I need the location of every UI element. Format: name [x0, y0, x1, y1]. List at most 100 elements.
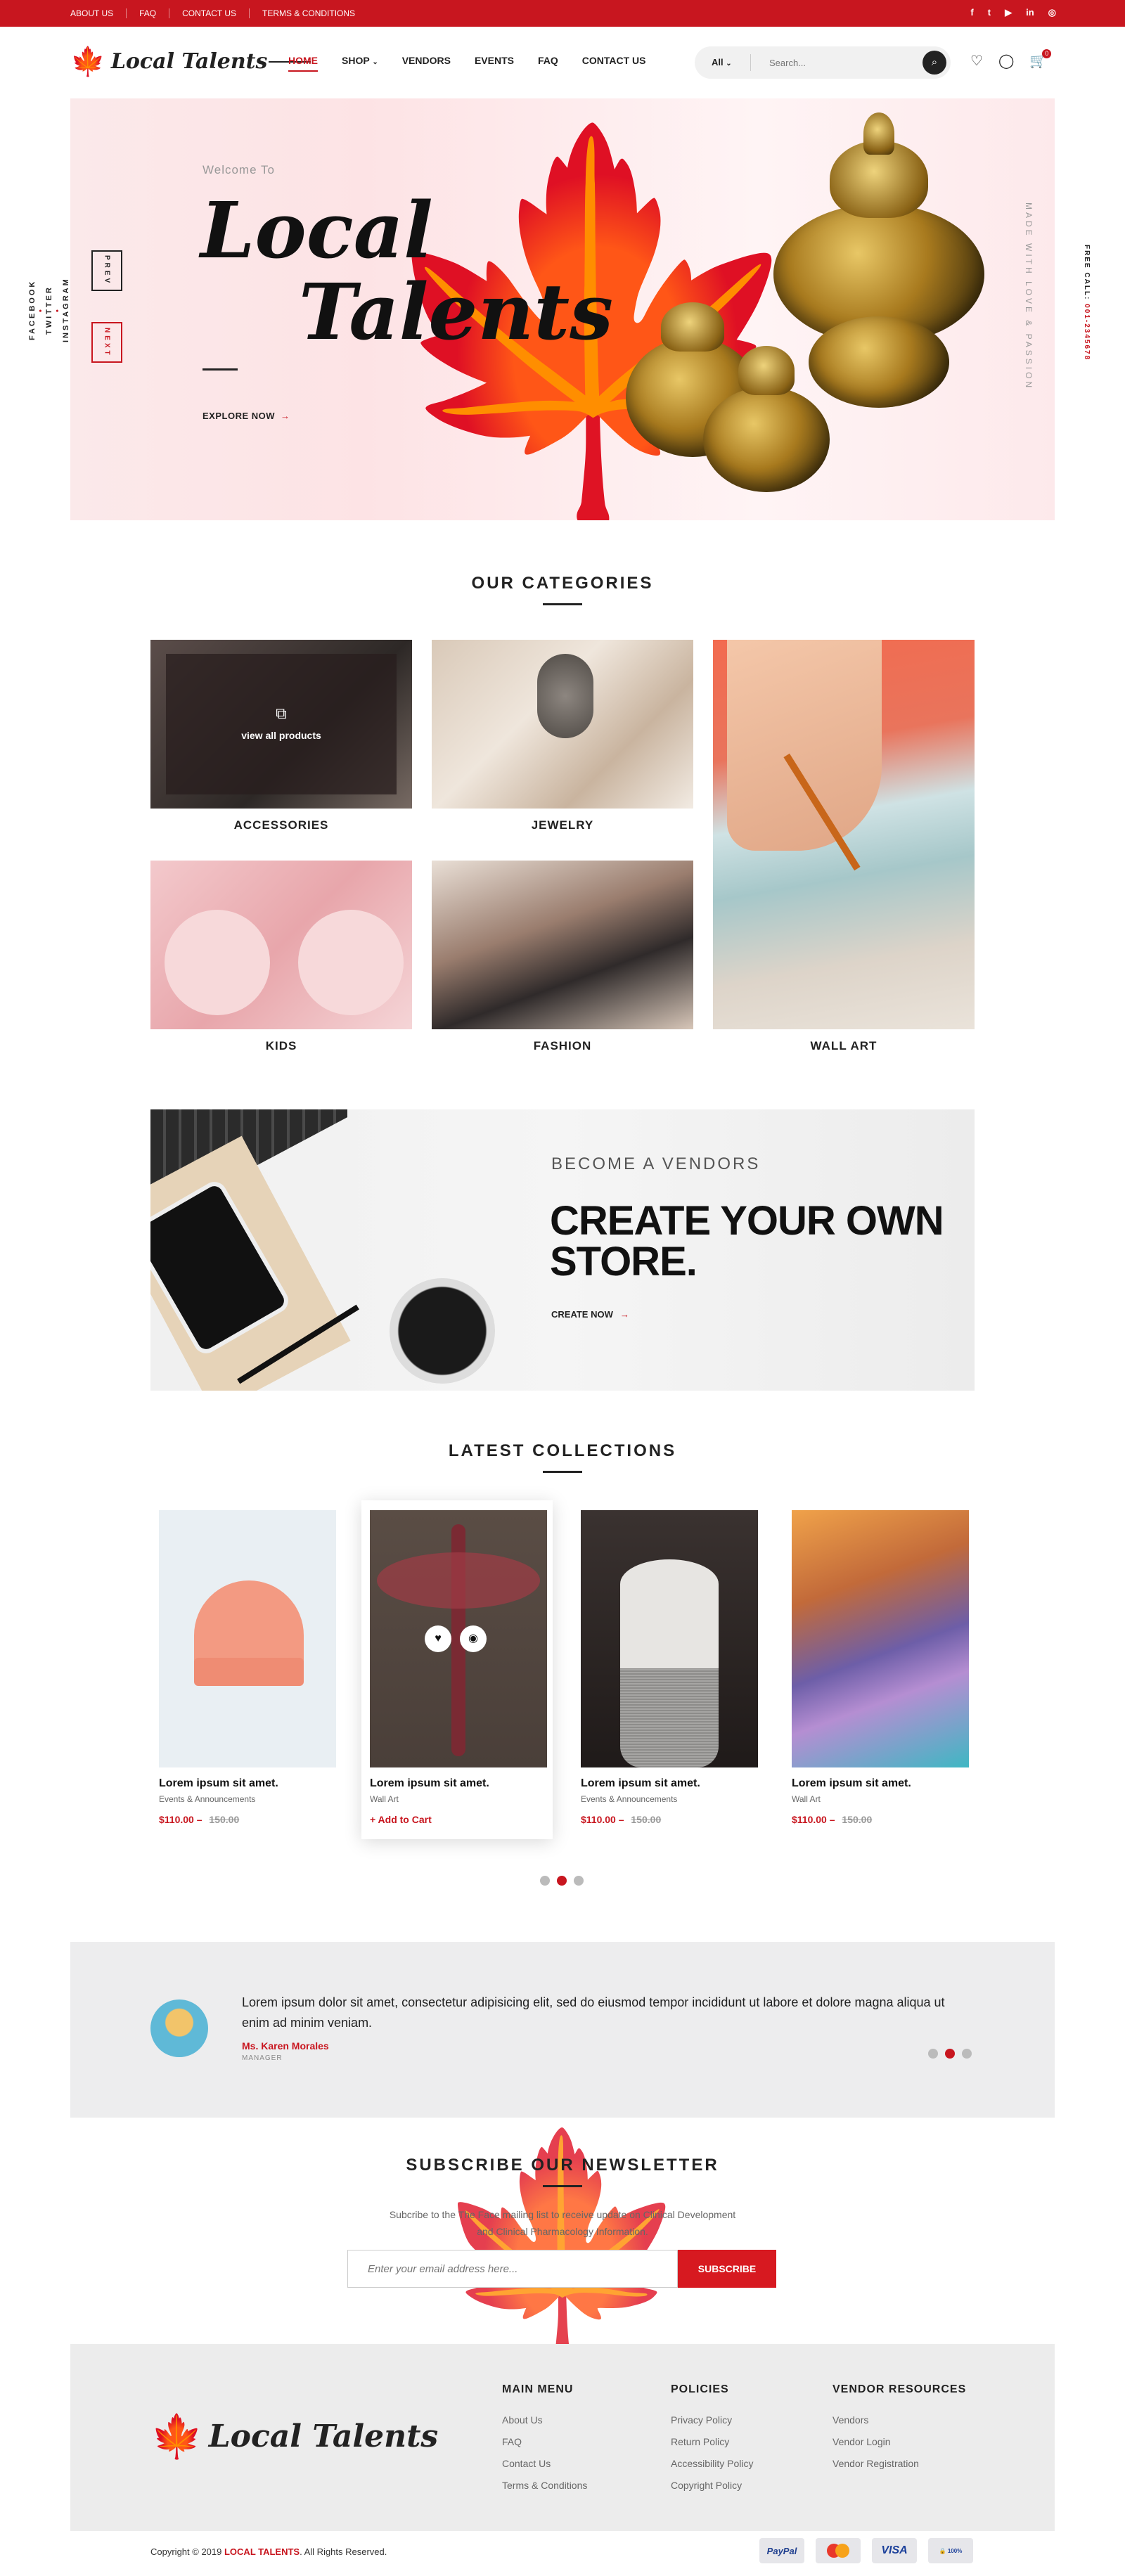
footer-link[interactable]: About Us: [502, 2414, 587, 2426]
category-wall-art[interactable]: [713, 640, 975, 1029]
nav-events[interactable]: EVENTS: [475, 55, 514, 72]
pottery-image: [548, 98, 1012, 520]
view-all-products-link[interactable]: view all products: [166, 730, 397, 741]
youtube-icon[interactable]: ▶: [1005, 7, 1012, 18]
category-fashion[interactable]: [432, 861, 693, 1029]
social-rail-links: FACEBOOK • TWITTER • INSTAGRAM: [28, 201, 70, 419]
quick-view-eye-icon[interactable]: ◉: [460, 1625, 487, 1652]
chevron-down-icon: ⌄: [372, 58, 378, 66]
product-card[interactable]: Lorem ipsum sit amet. Events & Announcem…: [581, 1510, 758, 1825]
site-logo[interactable]: 🍁 Local Talents: [70, 45, 311, 78]
rail-instagram[interactable]: INSTAGRAM: [62, 278, 70, 343]
footer-link[interactable]: Vendor Registration: [832, 2458, 966, 2469]
nav-contact[interactable]: CONTACT US: [582, 55, 646, 72]
top-link-terms[interactable]: TERMS & CONDITIONS: [250, 8, 368, 18]
footer-link[interactable]: Contact Us: [502, 2458, 587, 2469]
wishlist-heart-icon[interactable]: ♥: [425, 1625, 451, 1652]
category-jewelry[interactable]: [432, 640, 693, 809]
product-name[interactable]: Lorem ipsum sit amet.: [792, 1777, 969, 1790]
newsletter-description-line2: and Clinical Pharmacology Information.: [477, 2226, 648, 2237]
nav-vendors[interactable]: VENDORS: [402, 55, 451, 72]
carousel-dot-active[interactable]: [557, 1876, 567, 1886]
category-label-jewelry[interactable]: JEWELRY: [432, 818, 693, 832]
hero-prev-button[interactable]: PREV: [91, 250, 122, 291]
search-icon: ⌕: [931, 56, 938, 68]
product-price: $110.00 – 150.00: [792, 1814, 873, 1825]
footer-link[interactable]: FAQ: [502, 2436, 587, 2447]
arrow-right-icon: →: [281, 411, 290, 421]
collections-pagination: [540, 1876, 584, 1886]
product-card[interactable]: Lorem ipsum sit amet. Events & Announcem…: [159, 1510, 336, 1825]
rail-twitter[interactable]: TWITTER: [45, 285, 53, 335]
footer-link[interactable]: Vendors: [832, 2414, 966, 2426]
footer-col-main-menu: MAIN MENU About Us FAQ Contact Us Terms …: [502, 2383, 587, 2501]
search-input[interactable]: [751, 57, 899, 68]
add-to-cart-button[interactable]: + Add to Cart: [370, 1814, 547, 1825]
subscribe-button[interactable]: SUBSCRIBE: [678, 2250, 776, 2288]
nav-shop[interactable]: SHOP ⌄: [342, 55, 378, 72]
copyright: Copyright © 2019 LOCAL TALENTS. All Righ…: [150, 2546, 387, 2557]
create-now-button[interactable]: CREATE NOW →: [551, 1309, 629, 1320]
create-now-label: CREATE NOW: [551, 1309, 613, 1320]
footer-logo[interactable]: 🍁 Local Talents: [150, 2411, 438, 2461]
rail-facebook[interactable]: FACEBOOK: [28, 280, 37, 340]
jewelry-pendant-image: [537, 654, 593, 738]
explore-now-button[interactable]: EXPLORE NOW →: [202, 411, 290, 421]
nav-faq[interactable]: FAQ: [538, 55, 558, 72]
carousel-dot-active[interactable]: [945, 2049, 955, 2059]
top-link-about[interactable]: ABOUT US: [70, 8, 127, 18]
footer-link[interactable]: Accessibility Policy: [671, 2458, 753, 2469]
footer-link[interactable]: Copyright Policy: [671, 2480, 753, 2491]
product-image[interactable]: [792, 1510, 969, 1767]
top-link-faq[interactable]: FAQ: [127, 8, 170, 18]
category-kids[interactable]: [150, 861, 412, 1029]
product-image[interactable]: ♥ ◉: [370, 1510, 547, 1767]
product-card[interactable]: Lorem ipsum sit amet. Wall Art $110.00 –…: [792, 1510, 969, 1825]
category-accessories[interactable]: ⧉ view all products: [150, 640, 412, 809]
category-hover-overlay: ⧉ view all products: [166, 654, 397, 794]
product-name[interactable]: Lorem ipsum sit amet.: [581, 1777, 758, 1790]
product-name[interactable]: Lorem ipsum sit amet.: [370, 1777, 547, 1790]
nav-home[interactable]: HOME: [288, 55, 318, 72]
category-label-wall-art[interactable]: WALL ART: [713, 1039, 975, 1053]
hero-next-label: NEXT: [103, 327, 111, 358]
user-account-icon[interactable]: ◯: [998, 52, 1014, 70]
facebook-icon[interactable]: f: [970, 7, 973, 18]
footer-link[interactable]: Vendor Login: [832, 2436, 966, 2447]
footer-link[interactable]: Terms & Conditions: [502, 2480, 587, 2491]
free-call: FREE CALL: 001-2345678: [1083, 245, 1091, 364]
cart-icon[interactable]: 🛒 0: [1029, 49, 1052, 70]
footer-link[interactable]: Return Policy: [671, 2436, 753, 2447]
categories-title: OUR CATEGORIES: [471, 574, 654, 593]
product-card-active[interactable]: ♥ ◉ Lorem ipsum sit amet. Wall Art + Add…: [370, 1510, 547, 1825]
footer-link[interactable]: Privacy Policy: [671, 2414, 753, 2426]
product-price-old: 150.00: [842, 1814, 873, 1825]
carousel-dot[interactable]: [928, 2049, 938, 2059]
free-call-number[interactable]: 001-2345678: [1083, 304, 1091, 361]
copyright-brand[interactable]: LOCAL TALENTS: [224, 2546, 300, 2557]
search-category-select[interactable]: All ⌄: [695, 54, 751, 71]
rail-separator-icon: •: [37, 307, 45, 313]
carousel-dot[interactable]: [574, 1876, 584, 1886]
product-image[interactable]: [581, 1510, 758, 1767]
newsletter-email-input[interactable]: [347, 2250, 678, 2288]
product-name[interactable]: Lorem ipsum sit amet.: [159, 1777, 336, 1790]
vendor-headline-line1: CREATE YOUR OWN: [550, 1198, 944, 1244]
carousel-dot[interactable]: [962, 2049, 972, 2059]
search-button[interactable]: ⌕: [922, 51, 946, 75]
linkedin-icon[interactable]: in: [1026, 7, 1034, 18]
hero-next-button[interactable]: NEXT: [91, 322, 122, 363]
twitter-icon[interactable]: t: [988, 7, 991, 18]
collections-title: LATEST COLLECTIONS: [448, 1441, 677, 1460]
wishlist-heart-icon[interactable]: ♡: [970, 52, 983, 70]
category-label-fashion[interactable]: FASHION: [432, 1039, 693, 1053]
category-label-kids[interactable]: KIDS: [150, 1039, 412, 1053]
beanie-brim-image: [194, 1658, 304, 1686]
footer-col-title: MAIN MENU: [502, 2383, 574, 2395]
carousel-dot[interactable]: [540, 1876, 550, 1886]
product-image[interactable]: [159, 1510, 336, 1767]
instagram-icon[interactable]: ◎: [1048, 7, 1056, 18]
testimonial-quote: Lorem ipsum dolor sit amet, consectetur …: [242, 1995, 945, 2030]
category-label-accessories[interactable]: ACCESSORIES: [150, 818, 412, 832]
top-link-contact[interactable]: CONTACT US: [169, 8, 250, 18]
